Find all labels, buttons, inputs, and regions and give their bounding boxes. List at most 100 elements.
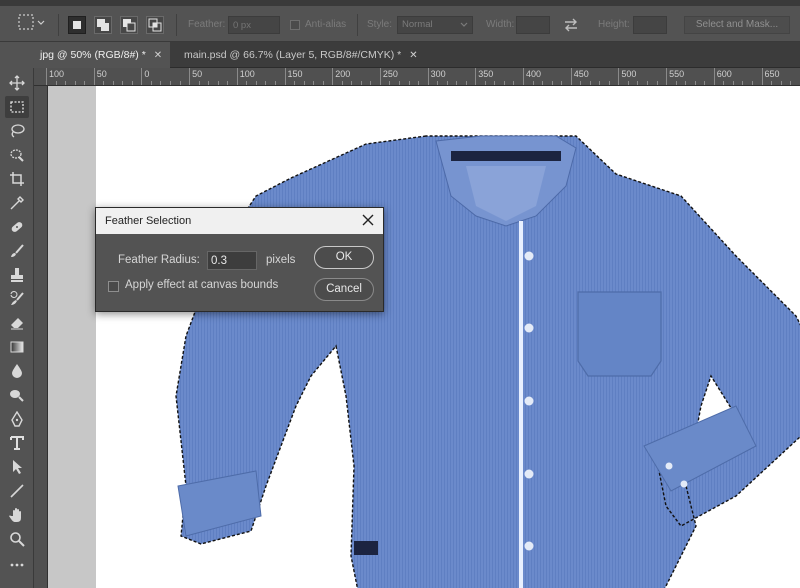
add-selection-icon	[97, 19, 109, 31]
ruler-minor-tick	[494, 81, 496, 85]
ruler-minor-tick	[751, 81, 753, 85]
type-tool[interactable]	[5, 432, 29, 454]
ruler-minor-tick	[322, 81, 324, 85]
document-canvas[interactable]	[96, 86, 800, 588]
ruler-minor-tick	[351, 81, 353, 85]
ruler-minor-tick	[131, 81, 133, 85]
ruler-minor-tick	[255, 81, 257, 85]
tab-close-icon[interactable]: ✕	[154, 50, 162, 61]
ruler-minor-tick	[627, 81, 629, 85]
close-icon[interactable]	[361, 213, 375, 227]
feather-radius-input[interactable]	[207, 251, 257, 270]
ruler-minor-tick	[484, 81, 486, 85]
move-icon	[9, 75, 25, 91]
brush-tool[interactable]	[5, 240, 29, 262]
path-selection-tool[interactable]	[5, 456, 29, 478]
rectangular-marquee-tool[interactable]	[5, 96, 29, 118]
tab-shirt-jpg[interactable]: jpg @ 50% (RGB/8#) * ✕	[0, 42, 170, 68]
ruler-minor-tick	[637, 81, 639, 85]
options-separator	[357, 14, 358, 36]
ruler-minor-tick	[341, 81, 343, 85]
quick-selection-tool[interactable]	[5, 144, 29, 166]
tab-close-icon[interactable]: ✕	[409, 50, 417, 61]
zoom-icon	[10, 532, 25, 547]
eyedropper-icon	[10, 196, 24, 210]
ruler-minor-tick	[465, 81, 467, 85]
style-label: Style:	[367, 19, 393, 30]
height-input[interactable]	[633, 16, 667, 34]
ruler-minor-tick	[790, 81, 792, 85]
ruler-minor-tick	[208, 81, 210, 85]
line-tool[interactable]	[5, 480, 29, 502]
cancel-button[interactable]: Cancel	[314, 278, 374, 301]
antialias-label: Anti-alias	[305, 19, 347, 30]
ruler-tick-label: 50	[93, 68, 107, 85]
ruler-minor-tick	[398, 81, 400, 85]
edit-toolbar-button[interactable]	[5, 554, 29, 576]
chevron-down-icon	[460, 22, 468, 27]
tab-main-psd[interactable]: main.psd @ 66.7% (Layer 5, RGB/8#/CMYK) …	[176, 42, 436, 68]
marquee-preset-picker[interactable]	[16, 14, 46, 32]
ruler-minor-tick	[103, 81, 105, 85]
pen-tool[interactable]	[5, 408, 29, 430]
vertical-ruler	[34, 86, 48, 588]
add-to-selection-button[interactable]	[94, 16, 112, 34]
clone-stamp-icon	[11, 268, 23, 282]
ruler-minor-tick	[389, 81, 391, 85]
feather-units-label: pixels	[266, 254, 296, 266]
ruler-minor-tick	[589, 81, 591, 85]
history-brush-tool[interactable]	[5, 288, 29, 310]
lasso-tool[interactable]	[5, 120, 29, 142]
eraser-icon	[11, 318, 23, 330]
width-input[interactable]	[516, 16, 550, 34]
ruler-minor-tick	[532, 81, 534, 85]
blur-icon	[12, 364, 22, 378]
ruler-tick-label: 0	[141, 68, 149, 85]
clone-stamp-tool[interactable]	[5, 264, 29, 286]
ruler-minor-tick	[246, 81, 248, 85]
ruler-minor-tick	[74, 81, 76, 85]
style-select[interactable]: Normal	[397, 16, 473, 34]
apply-canvas-bounds-checkbox[interactable]	[108, 281, 119, 292]
tab-label: jpg @ 50% (RGB/8#) *	[40, 49, 146, 61]
dialog-title: Feather Selection	[96, 208, 383, 234]
new-selection-button[interactable]	[68, 16, 86, 34]
ruler-minor-tick	[65, 81, 67, 85]
subtract-from-selection-button[interactable]	[120, 16, 138, 34]
document-tab-bar: jpg @ 50% (RGB/8#) * ✕ main.psd @ 66.7% (…	[0, 42, 800, 68]
antialias-checkbox[interactable]	[290, 20, 300, 30]
apply-canvas-bounds-label: Apply effect at canvas bounds	[125, 279, 279, 291]
dodge-tool[interactable]	[5, 384, 29, 406]
hand-tool[interactable]	[5, 504, 29, 526]
select-and-mask-button[interactable]: Select and Mask...	[684, 16, 790, 34]
width-label: Width:	[486, 19, 515, 30]
new-selection-icon	[73, 21, 81, 29]
ruler-tick-label: 50	[189, 68, 202, 85]
feather-input[interactable]	[228, 16, 280, 34]
eyedropper-tool[interactable]	[5, 192, 29, 214]
healing-brush-tool[interactable]	[5, 216, 29, 238]
canvas-area[interactable]	[48, 86, 800, 588]
intersect-selection-button[interactable]	[146, 16, 164, 34]
ruler-minor-tick	[360, 81, 362, 85]
ruler-minor-tick	[608, 81, 610, 85]
ruler-minor-tick	[408, 81, 410, 85]
gradient-tool[interactable]	[5, 336, 29, 358]
ruler-minor-tick	[580, 81, 582, 85]
crop-tool[interactable]	[5, 168, 29, 190]
blur-tool[interactable]	[5, 360, 29, 382]
subtract-selection-icon	[123, 19, 136, 32]
zoom-tool[interactable]	[5, 528, 29, 550]
ruler-minor-tick	[513, 81, 515, 85]
ruler-minor-tick	[503, 81, 505, 85]
tab-label: main.psd @ 66.7% (Layer 5, RGB/8#/CMYK) …	[184, 49, 402, 61]
ruler-minor-tick	[217, 81, 219, 85]
eraser-tool[interactable]	[5, 312, 29, 334]
ruler-minor-tick	[723, 81, 725, 85]
gradient-icon	[10, 341, 24, 353]
ruler-minor-tick	[780, 81, 782, 85]
swap-dimensions-button[interactable]	[562, 16, 580, 34]
move-tool[interactable]	[5, 72, 29, 94]
ok-button[interactable]: OK	[314, 246, 374, 269]
ruler-minor-tick	[227, 81, 229, 85]
